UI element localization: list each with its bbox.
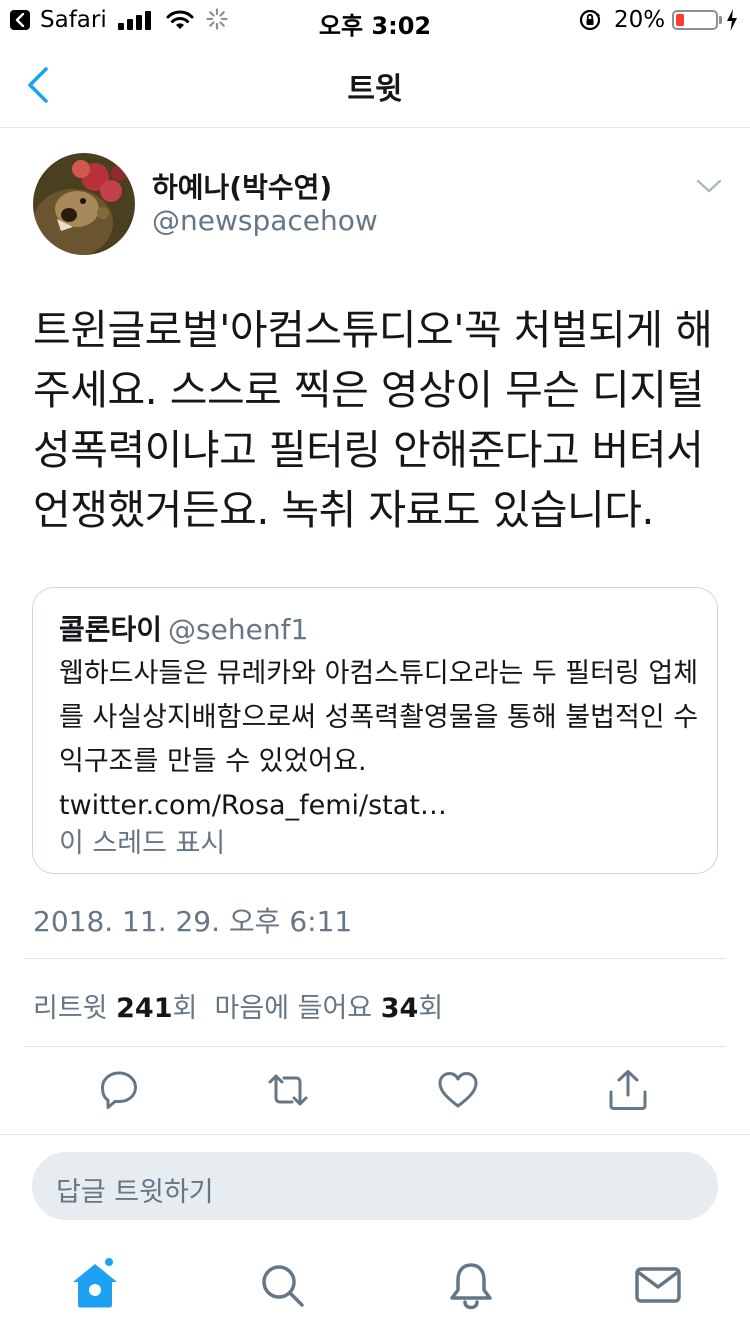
retweet-icon[interactable] xyxy=(266,1068,310,1112)
battery-level-fill xyxy=(676,14,684,26)
divider xyxy=(24,1046,726,1047)
avatar[interactable] xyxy=(33,153,135,255)
reply-icon[interactable] xyxy=(97,1068,141,1112)
show-thread-link[interactable]: 이 스레드 표시 xyxy=(59,821,225,860)
charging-icon xyxy=(727,9,737,31)
like-count: 34 xyxy=(380,993,419,1024)
battery-percent: 20% xyxy=(614,7,666,33)
retweet-label: 리트윗 xyxy=(33,993,108,1024)
page-title: 트윗 xyxy=(347,72,403,107)
rotation-lock-icon xyxy=(579,9,601,31)
share-icon[interactable] xyxy=(606,1068,650,1112)
quoted-tweet-header: 콜론타이 @sehenf1 xyxy=(59,608,308,648)
divider xyxy=(0,1134,750,1135)
search-icon[interactable] xyxy=(257,1260,307,1310)
battery-tip xyxy=(719,16,722,24)
reply-input[interactable]: 답글 트윗하기 xyxy=(32,1152,718,1220)
author-name[interactable]: 하예나(박수연) xyxy=(152,166,332,206)
like-icon[interactable] xyxy=(436,1068,480,1112)
messages-icon[interactable] xyxy=(633,1260,683,1310)
quoted-tweet-card[interactable]: 콜론타이 @sehenf1 웹하드사들은 뮤레카와 아컴스튜디오라는 두 필터링 … xyxy=(32,587,718,874)
retweet-stat[interactable]: 리트윗 241회 xyxy=(33,993,197,1024)
quoted-tweet-text: 웹하드사들은 뮤레카와 아컴스튜디오라는 두 필터링 업체를 사실상지배함으로써… xyxy=(59,658,699,821)
like-stat[interactable]: 마음에 들어요 34회 xyxy=(215,993,444,1024)
retweet-unit: 회 xyxy=(172,993,198,1024)
navigation-bar: 트윗 xyxy=(0,40,750,128)
home-icon[interactable] xyxy=(70,1260,120,1310)
like-label: 마음에 들어요 xyxy=(214,993,373,1024)
notifications-icon[interactable] xyxy=(446,1260,496,1310)
chevron-down-icon[interactable] xyxy=(696,178,722,194)
home-notification-dot xyxy=(103,1256,115,1268)
quoted-author-name: 콜론타이 xyxy=(59,613,163,646)
divider xyxy=(24,958,726,959)
battery-icon xyxy=(672,10,718,30)
tweet-text: 트윈글로벌'아컴스튜디오'꼭 처벌되게 해주세요. 스스로 찍은 영상이 무슨 … xyxy=(33,306,713,534)
author-handle[interactable]: @newspacehow xyxy=(152,204,378,237)
tweet-timestamp: 2018. 11. 29. 오후 6:11 xyxy=(33,905,353,938)
tweet-stats: 리트윗 241회 마음에 들어요 34회 xyxy=(33,986,443,1025)
status-bar: Safari 오후 3:02 20% xyxy=(0,0,750,40)
retweet-count: 241 xyxy=(116,993,173,1024)
like-unit: 회 xyxy=(418,993,444,1024)
quoted-author-handle: @sehenf1 xyxy=(168,613,309,646)
reply-placeholder: 답글 트윗하기 xyxy=(56,1177,214,1208)
